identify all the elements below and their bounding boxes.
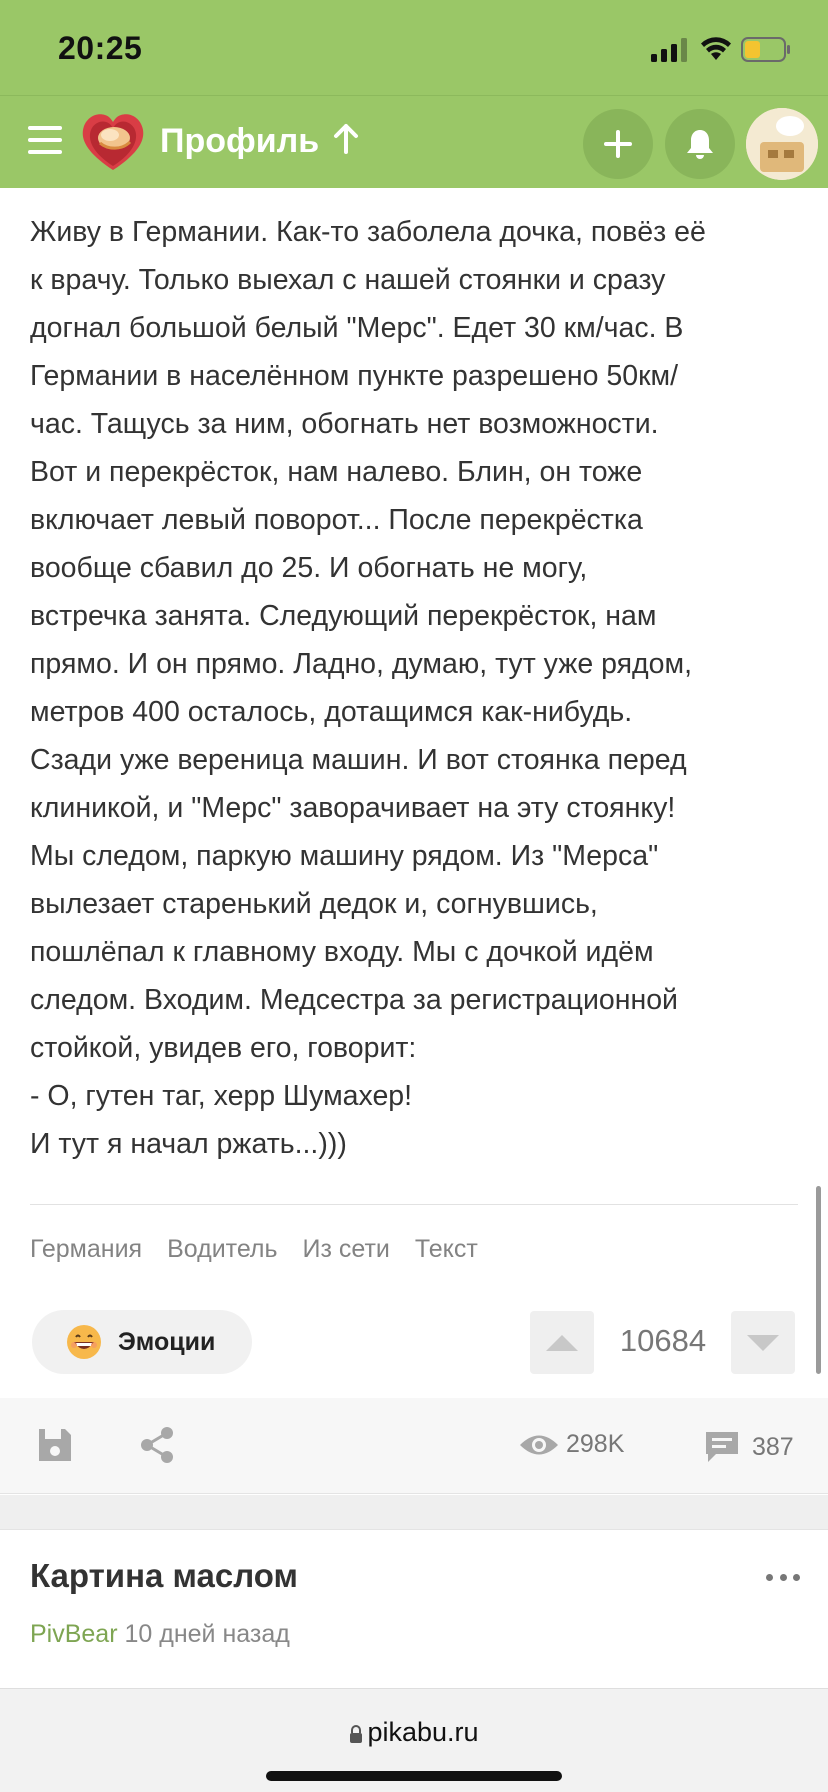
user-avatar[interactable] [746, 108, 818, 180]
bell-icon [687, 130, 713, 159]
comments-count: 387 [752, 1432, 794, 1461]
text-line: Вот и перекрёсток, нам налево. Блин, он … [30, 456, 643, 488]
triangle-down-icon [747, 1334, 779, 1351]
avatar-image-icon [746, 108, 818, 180]
text-line: Мы следом, паркую машину рядом. Из "Мерс… [30, 840, 659, 872]
text-line: стойкой, увидев его, говорит: [30, 1032, 417, 1064]
save-icon[interactable] [36, 1426, 74, 1464]
text-line: включает левый поворот... После перекрёс… [30, 504, 643, 536]
menu-icon[interactable] [28, 126, 62, 154]
wifi-icon [701, 37, 731, 60]
page-title[interactable]: Профиль [160, 122, 319, 161]
lock-icon [350, 1725, 363, 1743]
text-line: прямо. И он прямо. Ладно, думаю, тут уже… [30, 648, 693, 680]
tag-text[interactable]: Текст [415, 1235, 478, 1264]
post-author[interactable]: PivBear [30, 1620, 118, 1648]
post-actions-bar: 298K 387 [0, 1398, 828, 1494]
notifications-button[interactable] [665, 109, 735, 179]
text-line: Сзади уже вереница машин. И вот стоянка … [30, 744, 687, 776]
text-line: Живу в Германии. Как-то заболела дочка, … [30, 216, 706, 248]
tag-from-web[interactable]: Из сети [303, 1235, 390, 1264]
more-options-icon[interactable] [766, 1574, 800, 1584]
cellular-signal-icon [651, 38, 687, 62]
feed-separator [0, 1495, 828, 1530]
rating-value: 10684 [619, 1323, 707, 1358]
status-bar: 20:25 [0, 0, 828, 95]
text-line: - О, гутен таг, херр Шумахер! [30, 1080, 413, 1112]
tag-driver[interactable]: Водитель [167, 1235, 277, 1264]
views-count: 298K [566, 1430, 625, 1458]
plus-icon [604, 130, 632, 158]
text-line: встречка занята. Следующий перекрёсток, … [30, 600, 657, 632]
post-text: Живу в Германии. Как-то заболела дочка, … [30, 208, 800, 1168]
url-text: pikabu.ru [367, 1717, 479, 1747]
text-line: час. Тащусь за ним, обогнать нет возможн… [30, 408, 659, 440]
upvote-button[interactable] [530, 1311, 594, 1374]
text-line: клиникой, и "Мерс" заворачивает на эту с… [30, 792, 676, 824]
home-indicator[interactable] [266, 1771, 562, 1781]
text-line: Германии в населённом пункте разрешено 5… [30, 360, 679, 392]
battery-icon [741, 37, 790, 62]
url-display[interactable]: pikabu.ru [0, 1717, 828, 1748]
downvote-button[interactable] [731, 1311, 795, 1374]
emotions-label: Эмоции [118, 1327, 216, 1356]
top-nav: Профиль [0, 95, 828, 188]
triangle-up-icon [546, 1334, 578, 1351]
text-line: догнал большой белый "Мерс". Едет 30 км/… [30, 312, 684, 344]
text-line: вообще сбавил до 25. И обогнать не могу, [30, 552, 588, 584]
eye-icon [520, 1435, 558, 1454]
text-line: метров 400 осталось, дотащимся как-нибуд… [30, 696, 633, 728]
comments-button[interactable]: 387 [704, 1430, 794, 1464]
grinning-face-icon [67, 1325, 101, 1359]
views-counter: 298K [518, 1430, 624, 1459]
browser-address-bar[interactable]: pikabu.ru [0, 1688, 828, 1792]
scrollbar[interactable] [816, 1186, 821, 1374]
pikabu-logo-icon[interactable] [80, 110, 146, 172]
emotions-button[interactable]: Эмоции [32, 1310, 252, 1374]
text-line: пошлёпал к главному входу. Мы с дочкой и… [30, 936, 654, 968]
post-title[interactable]: Картина маслом [30, 1557, 298, 1595]
next-post-card[interactable]: Картина маслом PivBear 10 дней назад [0, 1531, 828, 1688]
tag-germany[interactable]: Германия [30, 1235, 142, 1264]
text-line: следом. Входим. Медсестра за регистрацио… [30, 984, 678, 1016]
post-meta: PivBear 10 дней назад [30, 1620, 290, 1649]
text-line: к врачу. Только выехал с нашей стоянки и… [30, 264, 666, 296]
comment-icon [706, 1432, 738, 1462]
tag-list: Германия Водитель Из сети Текст [30, 1235, 478, 1264]
text-line: И тут я начал ржать...))) [30, 1128, 347, 1160]
post-time: 10 дней назад [124, 1620, 290, 1648]
divider [30, 1204, 798, 1205]
create-post-button[interactable] [583, 109, 653, 179]
share-icon[interactable] [139, 1426, 175, 1464]
text-line: вылезает старенький дедок и, согнувшись, [30, 888, 598, 920]
status-time: 20:25 [58, 30, 143, 66]
arrow-up-icon[interactable] [331, 122, 361, 156]
